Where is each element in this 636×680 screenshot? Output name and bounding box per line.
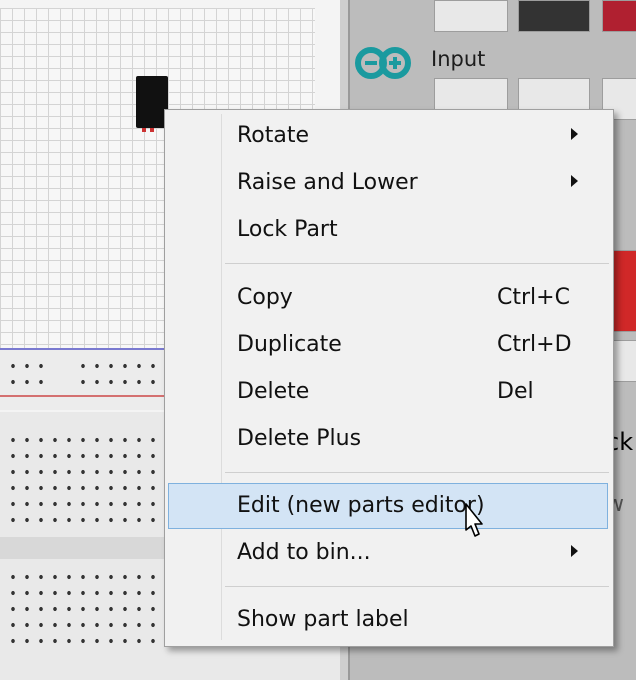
context-menu: Rotate Raise and Lower Lock Part Copy Ct… [164, 109, 614, 647]
bin-part-tile[interactable] [518, 0, 590, 32]
menu-item-label: Delete [237, 379, 310, 404]
menu-item-label: Rotate [237, 123, 310, 148]
parts-bin-category-label: Input [431, 47, 486, 71]
menu-item-add-to-bin[interactable]: Add to bin... [165, 530, 613, 576]
menu-item-duplicate[interactable]: Duplicate Ctrl+D [165, 322, 613, 368]
submenu-arrow-icon [571, 175, 578, 187]
menu-item-shortcut: Ctrl+C [497, 285, 570, 310]
submenu-arrow-icon [571, 128, 578, 140]
menu-item-lock-part[interactable]: Lock Part [165, 207, 613, 253]
menu-item-shortcut: Ctrl+D [497, 332, 572, 357]
part-pin [142, 128, 146, 132]
menu-item-raise-and-lower[interactable]: Raise and Lower [165, 160, 613, 206]
menu-item-delete-plus[interactable]: Delete Plus [165, 416, 613, 462]
menu-item-label: Add to bin... [237, 540, 371, 565]
menu-item-rotate[interactable]: Rotate [165, 113, 613, 159]
menu-item-delete[interactable]: Delete Del [165, 369, 613, 415]
submenu-arrow-icon [571, 545, 578, 557]
arduino-logo-icon [355, 47, 411, 79]
breadboard-holes [6, 432, 156, 532]
bin-part-tile[interactable] [434, 0, 508, 32]
menu-item-label: Lock Part [237, 217, 338, 242]
menu-item-label: Copy [237, 285, 293, 310]
menu-separator [225, 586, 609, 587]
menu-item-label: Delete Plus [237, 426, 362, 451]
menu-item-show-part-label[interactable]: Show part label [165, 597, 613, 643]
menu-item-copy[interactable]: Copy Ctrl+C [165, 275, 613, 321]
menu-item-label: Show part label [237, 607, 409, 632]
menu-item-label: Raise and Lower [237, 170, 418, 195]
rail-holes [6, 358, 48, 390]
bin-part-tile[interactable] [612, 250, 636, 332]
menu-separator [225, 263, 609, 264]
menu-separator [225, 472, 609, 473]
breadboard-holes [6, 569, 156, 649]
rail-holes [76, 358, 156, 390]
menu-item-label: Edit (new parts editor) [237, 493, 485, 518]
menu-item-label: Duplicate [237, 332, 342, 357]
mouse-pointer-icon [465, 503, 483, 537]
menu-item-shortcut: Del [497, 379, 534, 404]
part-pin [150, 128, 154, 132]
bin-part-tile[interactable] [602, 0, 636, 32]
menu-item-edit-parts-editor[interactable]: Edit (new parts editor) [165, 483, 613, 529]
